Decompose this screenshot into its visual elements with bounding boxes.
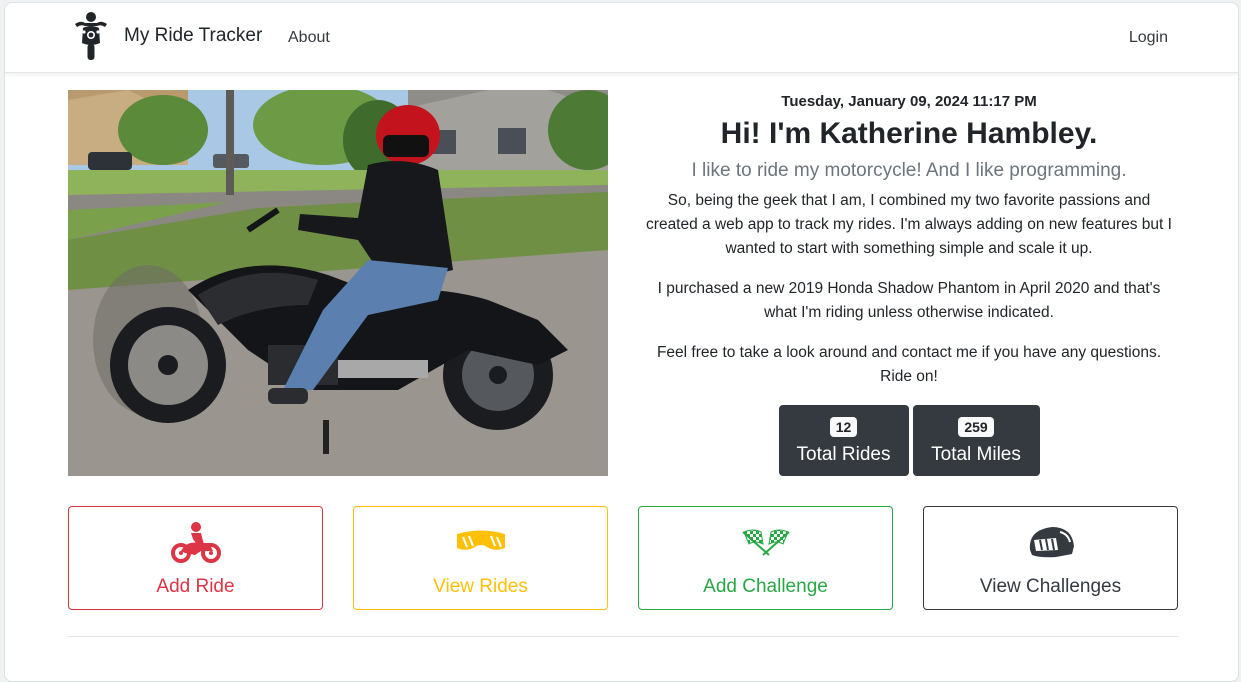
add-challenge-button[interactable]: Add Challenge: [638, 506, 893, 610]
total-miles-button[interactable]: 259 Total Miles: [912, 405, 1040, 476]
motorcycle-rider-icon: [170, 522, 221, 563]
total-rides-label: Total Rides: [796, 444, 891, 465]
checkered-flags-icon: [741, 529, 790, 556]
navbar: My Ride Tracker About Login: [5, 3, 1238, 73]
nav-link-about[interactable]: About: [288, 29, 330, 47]
view-challenges-button[interactable]: View Challenges: [923, 506, 1178, 610]
greeting-heading: Hi! I'm Katherine Hambley.: [720, 117, 1098, 150]
stats-row: 12 Total Rides 259 Total Miles: [637, 405, 1181, 476]
helmet-icon: [1029, 527, 1074, 558]
view-rides-button[interactable]: View Rides: [353, 506, 608, 610]
total-rides-count: 12: [829, 417, 858, 437]
brand-title: My Ride Tracker: [124, 25, 263, 46]
intro-paragraph: So, being the geek that I am, I combined…: [646, 192, 1172, 257]
intro-paragraph: I purchased a new 2019 Honda Shadow Phan…: [657, 280, 1161, 321]
page: My Ride Tracker About Login Tuesday, Jan…: [4, 2, 1239, 682]
add-ride-label: Add Ride: [156, 576, 235, 597]
goggles-icon: [456, 530, 505, 550]
total-miles-label: Total Miles: [931, 444, 1021, 465]
section-divider: [68, 636, 1178, 637]
add-ride-button[interactable]: Add Ride: [68, 506, 323, 610]
rider-photo: [68, 90, 608, 476]
add-challenge-label: Add Challenge: [703, 576, 828, 597]
action-buttons: Add Ride View Rides Add Challenge View C…: [68, 506, 1178, 610]
total-rides-button[interactable]: 12 Total Rides: [778, 405, 909, 476]
tagline: I like to ride my motorcycle! And I like…: [691, 160, 1127, 181]
view-challenges-label: View Challenges: [979, 576, 1122, 597]
view-rides-label: View Rides: [433, 576, 528, 597]
nav-link-login[interactable]: Login: [1129, 29, 1168, 47]
current-datetime: Tuesday, January 09, 2024 11:17 PM: [781, 93, 1037, 110]
total-miles-count: 259: [958, 417, 994, 437]
brand-link[interactable]: My Ride Tracker: [73, 11, 262, 61]
motorcycle-logo-icon: [75, 12, 107, 60]
intro-section: Tuesday, January 09, 2024 11:17 PM Hi! I…: [637, 93, 1181, 476]
intro-paragraph: Feel free to take a look around and cont…: [656, 344, 1162, 385]
